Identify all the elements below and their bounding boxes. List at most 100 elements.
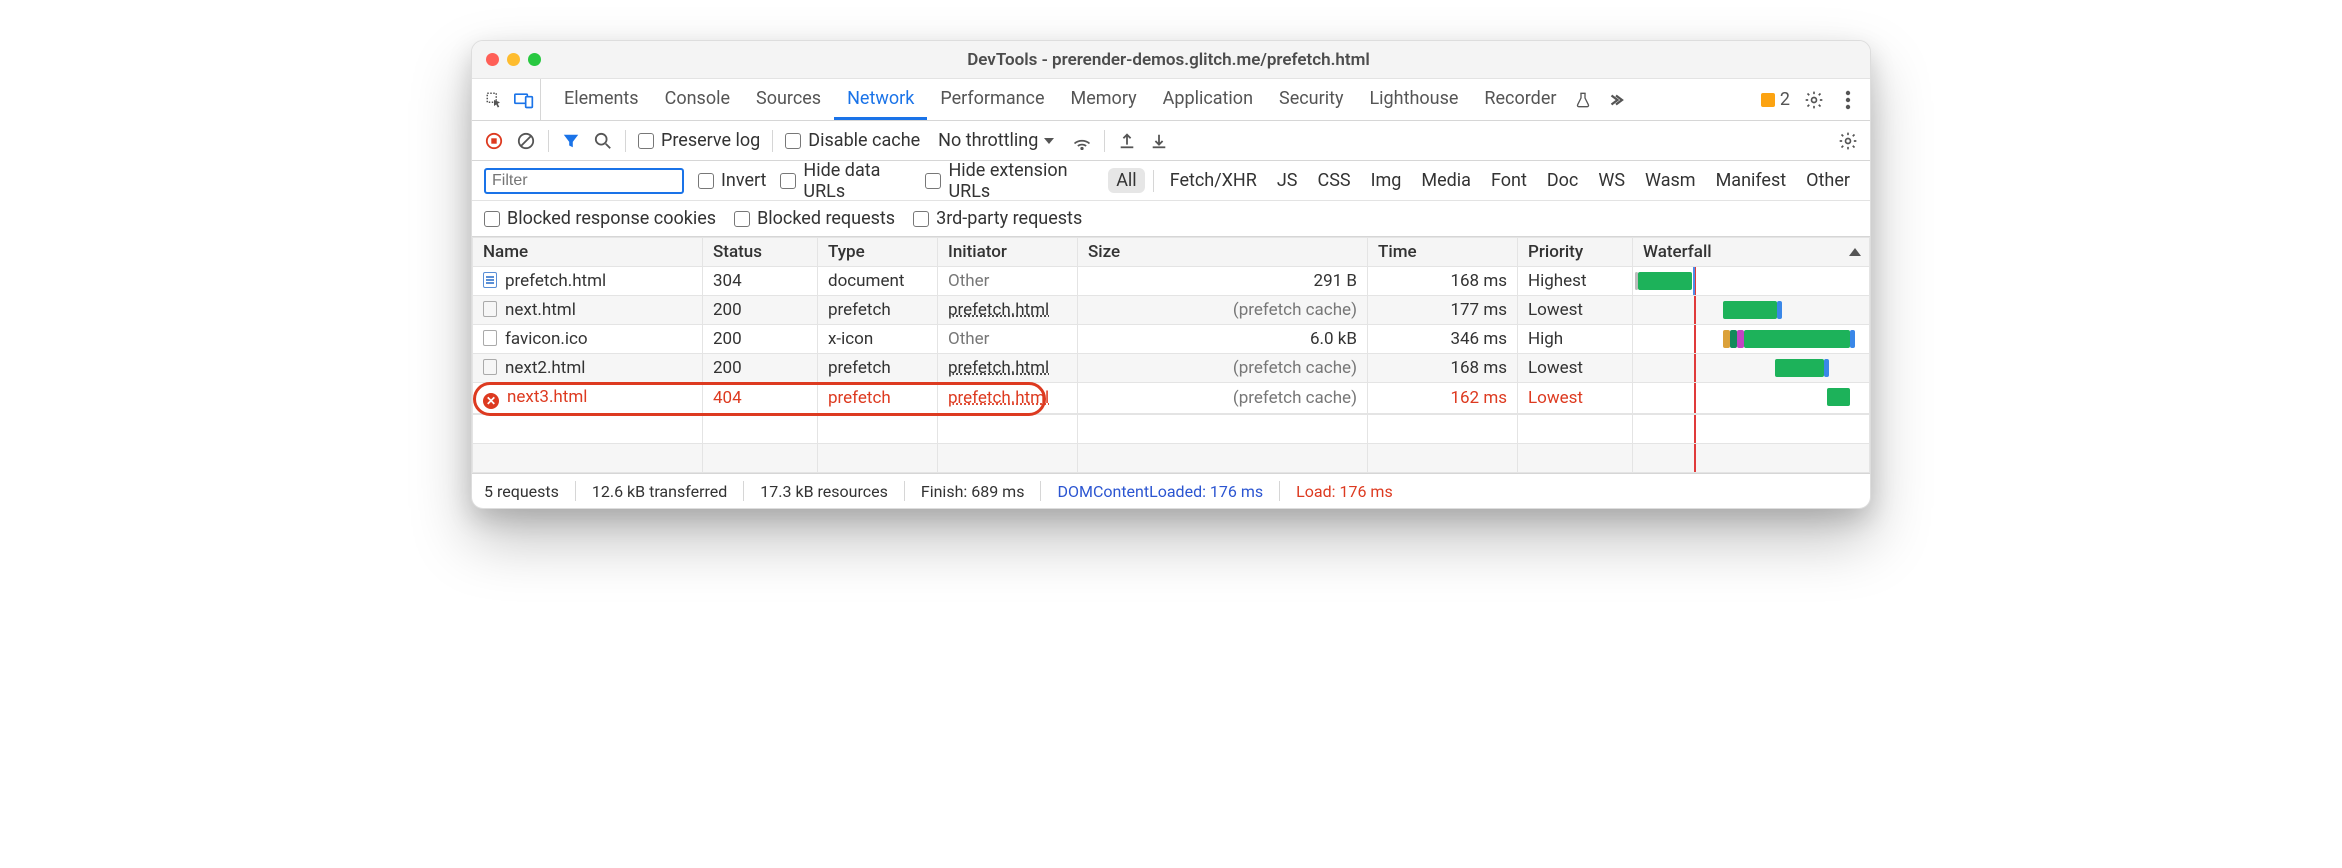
close-window-button[interactable] (486, 53, 499, 66)
upload-har-icon[interactable] (1117, 131, 1137, 151)
request-name: next2.html (505, 358, 585, 378)
more-tabs-icon[interactable] (1609, 90, 1629, 110)
warnings-badge[interactable]: 2 (1761, 89, 1790, 110)
throttling-select[interactable]: No throttling (932, 128, 1060, 153)
col-type[interactable]: Type (818, 238, 938, 267)
request-initiator[interactable]: prefetch.html (938, 383, 1078, 414)
filter-type-manifest[interactable]: Manifest (1708, 168, 1795, 193)
filter-input[interactable] (484, 168, 684, 194)
filter-icon[interactable] (561, 131, 581, 151)
request-priority: Lowest (1518, 296, 1633, 325)
request-initiator: Other (938, 267, 1078, 296)
hide-extension-urls-checkbox[interactable]: Hide extension URLs (925, 161, 1094, 201)
table-row[interactable]: favicon.ico200x-iconOther6.0 kB346 msHig… (473, 325, 1870, 354)
search-icon[interactable] (593, 131, 613, 151)
inspect-element-icon[interactable] (484, 90, 504, 110)
disable-cache-checkbox[interactable]: Disable cache (785, 130, 920, 151)
settings-icon[interactable] (1804, 90, 1824, 110)
kebab-menu-icon[interactable] (1838, 90, 1858, 110)
record-icon[interactable] (484, 131, 504, 151)
col-status[interactable]: Status (703, 238, 818, 267)
panel-tab-lighthouse[interactable]: Lighthouse (1356, 79, 1471, 120)
waterfall-cell (1633, 325, 1870, 354)
col-size[interactable]: Size (1078, 238, 1368, 267)
panel-tab-memory[interactable]: Memory (1058, 79, 1150, 120)
filter-type-img[interactable]: Img (1363, 168, 1410, 193)
table-row[interactable]: next2.html200prefetchprefetch.html(prefe… (473, 354, 1870, 383)
blocked-cookies-checkbox[interactable]: Blocked response cookies (484, 208, 716, 229)
table-row[interactable]: ✕next3.html404prefetchprefetch.html(pref… (473, 383, 1870, 414)
col-priority[interactable]: Priority (1518, 238, 1633, 267)
status-finish: Finish: 689 ms (921, 482, 1025, 501)
request-status: 200 (703, 296, 818, 325)
clear-icon[interactable] (516, 131, 536, 151)
filter-type-all[interactable]: All (1108, 168, 1145, 193)
panel-tab-recorder[interactable]: Recorder (1471, 79, 1569, 120)
filter-type-js[interactable]: JS (1269, 168, 1306, 193)
main-panel-tabs: ElementsConsoleSourcesNetworkPerformance… (472, 79, 1870, 121)
request-name: favicon.ico (505, 329, 588, 349)
network-settings-icon[interactable] (1838, 131, 1858, 151)
status-requests: 5 requests (484, 482, 559, 501)
devtools-window: DevTools - prerender-demos.glitch.me/pre… (471, 40, 1871, 509)
waterfall-cell (1633, 267, 1870, 296)
hide-data-urls-checkbox[interactable]: Hide data URLs (780, 161, 911, 201)
panel-tab-performance[interactable]: Performance (927, 79, 1057, 120)
preserve-log-checkbox[interactable]: Preserve log (638, 130, 760, 151)
table-row[interactable]: prefetch.html304documentOther291 B168 ms… (473, 267, 1870, 296)
request-status: 304 (703, 267, 818, 296)
panel-tab-application[interactable]: Application (1150, 79, 1266, 120)
panel-tab-console[interactable]: Console (652, 79, 743, 120)
filter-type-font[interactable]: Font (1483, 168, 1535, 193)
waterfall-bar (1638, 272, 1692, 290)
col-waterfall[interactable]: Waterfall (1633, 238, 1870, 267)
blocked-requests-checkbox[interactable]: Blocked requests (734, 208, 895, 229)
col-name[interactable]: Name (473, 238, 703, 267)
filter-type-ws[interactable]: WS (1590, 168, 1633, 193)
filter-type-css[interactable]: CSS (1310, 168, 1359, 193)
request-status: 404 (703, 383, 818, 414)
table-row[interactable]: next.html200prefetchprefetch.html(prefet… (473, 296, 1870, 325)
file-icon (483, 330, 497, 346)
flask-icon (1573, 90, 1593, 110)
device-toolbar-icon[interactable] (514, 90, 534, 110)
request-time: 168 ms (1368, 267, 1518, 296)
request-initiator: Other (938, 325, 1078, 354)
request-initiator[interactable]: prefetch.html (938, 296, 1078, 325)
filter-type-doc[interactable]: Doc (1539, 168, 1587, 193)
third-party-checkbox[interactable]: 3rd-party requests (913, 208, 1082, 229)
request-size: (prefetch cache) (1078, 383, 1368, 414)
maximize-window-button[interactable] (528, 53, 541, 66)
network-table-wrapper: Name Status Type Initiator Size Time Pri… (472, 237, 1870, 474)
download-har-icon[interactable] (1149, 131, 1169, 151)
filter-type-other[interactable]: Other (1798, 168, 1858, 193)
request-priority: High (1518, 325, 1633, 354)
waterfall-bar (1827, 388, 1851, 406)
filter-type-media[interactable]: Media (1413, 168, 1479, 193)
filter-type-wasm[interactable]: Wasm (1637, 168, 1704, 193)
panel-tab-sources[interactable]: Sources (743, 79, 834, 120)
panel-tab-security[interactable]: Security (1266, 79, 1356, 120)
request-type: x-icon (818, 325, 938, 354)
filter-bar: Invert Hide data URLs Hide extension URL… (472, 161, 1870, 201)
status-bar: 5 requests 12.6 kB transferred 17.3 kB r… (472, 474, 1870, 508)
status-load: Load: 176 ms (1296, 482, 1393, 501)
request-type: prefetch (818, 354, 938, 383)
panel-tab-elements[interactable]: Elements (551, 79, 652, 120)
request-type: prefetch (818, 383, 938, 414)
waterfall-bar (1744, 330, 1850, 348)
network-conditions-icon[interactable] (1072, 131, 1092, 151)
panel-tab-network[interactable]: Network (834, 79, 927, 120)
waterfall-bar (1723, 301, 1777, 319)
waterfall-cell (1633, 383, 1870, 414)
minimize-window-button[interactable] (507, 53, 520, 66)
filter-type-fetch-xhr[interactable]: Fetch/XHR (1162, 168, 1265, 193)
col-initiator[interactable]: Initiator (938, 238, 1078, 267)
col-time[interactable]: Time (1368, 238, 1518, 267)
request-status: 200 (703, 354, 818, 383)
invert-checkbox[interactable]: Invert (698, 170, 766, 191)
filter-bar-2: Blocked response cookies Blocked request… (472, 201, 1870, 237)
request-name: next.html (505, 300, 576, 320)
table-header-row: Name Status Type Initiator Size Time Pri… (473, 238, 1870, 267)
request-initiator[interactable]: prefetch.html (938, 354, 1078, 383)
